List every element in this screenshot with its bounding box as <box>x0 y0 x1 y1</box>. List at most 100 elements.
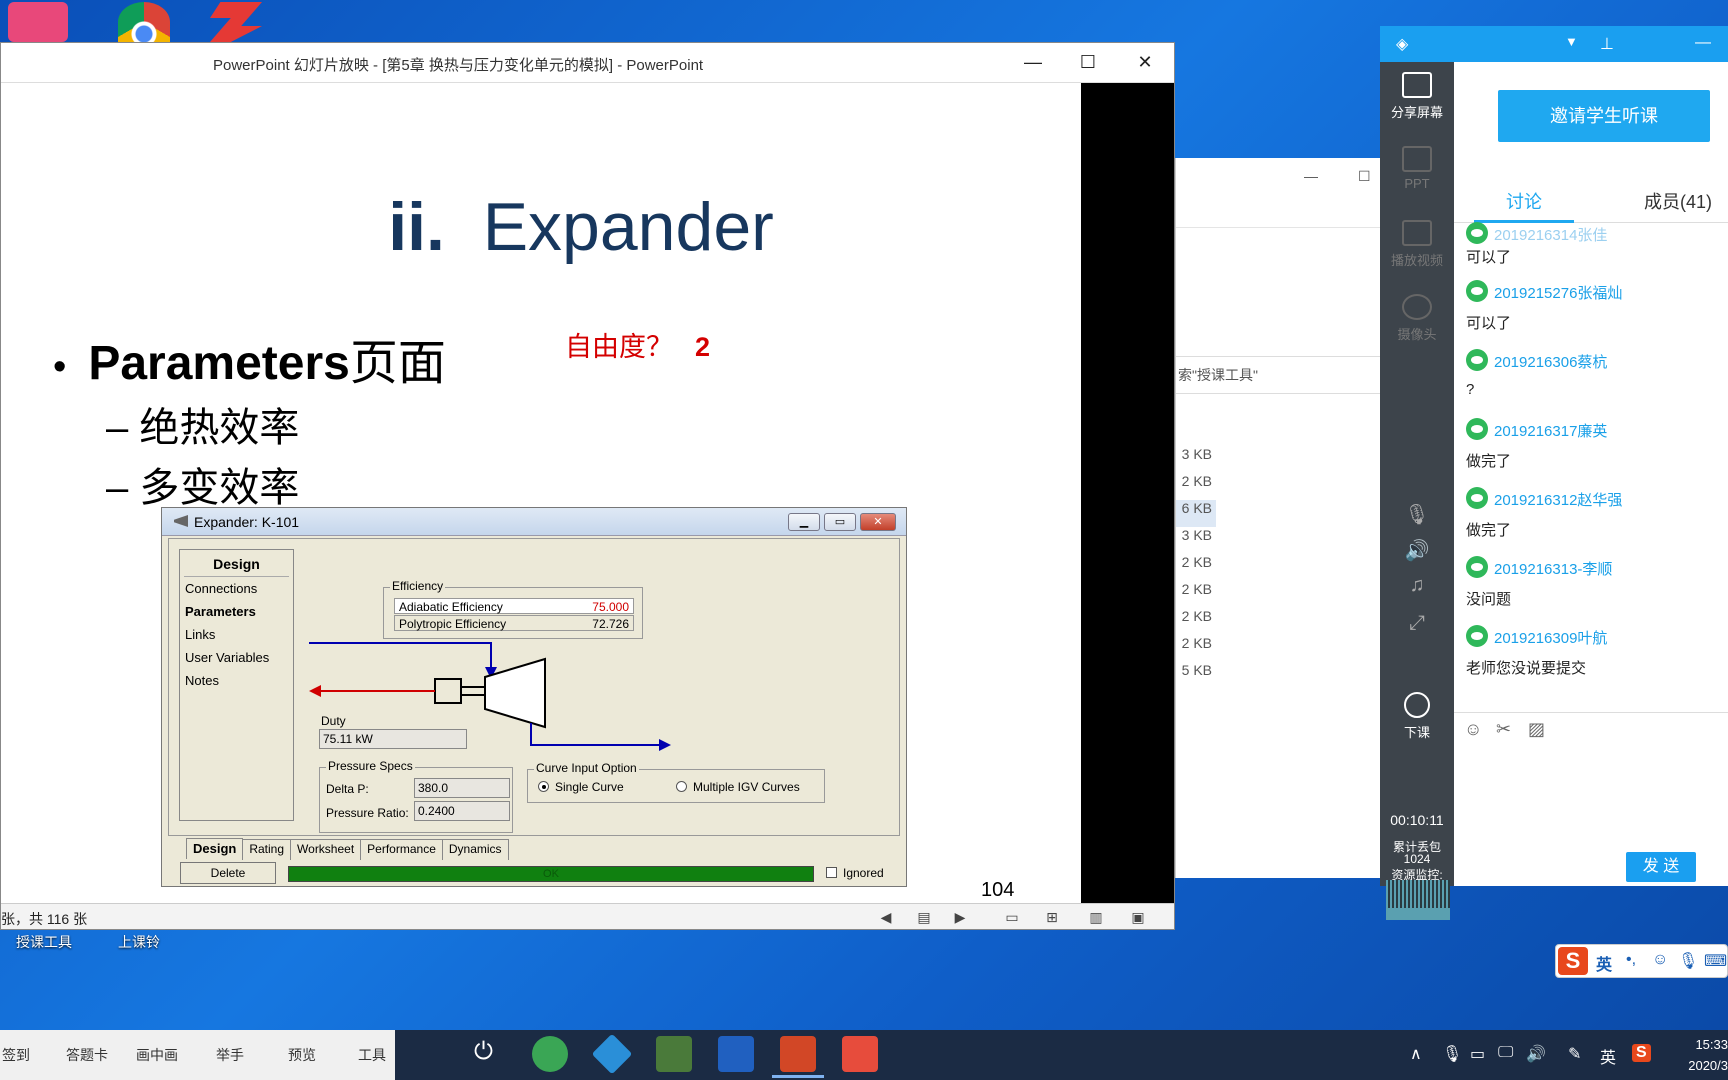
maximize-icon[interactable]: ☐ <box>1358 168 1371 185</box>
speaker-icon[interactable]: 🔊 <box>1380 538 1454 563</box>
power-icon[interactable]: ⏻ <box>474 1038 493 1066</box>
ime-language[interactable]: 英 <box>1596 951 1612 975</box>
maximize-icon[interactable]: ☐ <box>1068 47 1108 77</box>
file-size[interactable]: 2 KB <box>1176 473 1216 500</box>
play-video-button[interactable]: 播放视频 <box>1380 220 1454 269</box>
minimize-icon: ▁ <box>788 513 820 531</box>
tab-discussion[interactable]: 讨论 <box>1506 188 1542 214</box>
slide-menu-icon[interactable]: ▤ <box>915 908 933 926</box>
microphone-icon[interactable]: 🎙 <box>1678 951 1698 971</box>
class-timer: 00:10:11 <box>1390 812 1444 828</box>
answer-card-button[interactable]: 答题卡 <box>66 1045 108 1065</box>
slideshow-icon[interactable]: ▣ <box>1129 908 1147 926</box>
chrome-icon[interactable] <box>118 2 170 42</box>
reading-view-icon[interactable]: ▥ <box>1087 908 1105 926</box>
file-size[interactable]: 3 KB <box>1176 446 1216 473</box>
checkin-button[interactable]: 签到 <box>2 1045 30 1065</box>
tools-button[interactable]: 工具 <box>358 1045 386 1065</box>
normal-view-icon[interactable]: ▭ <box>1003 908 1021 926</box>
minimize-icon[interactable]: — <box>1304 168 1318 184</box>
product-stream-line <box>530 723 659 746</box>
chat-message: 2019215276张福灿 可以了 <box>1464 280 1728 349</box>
pressure-specs-group: Pressure Specs Delta P: 380.0 Pressure R… <box>319 759 513 833</box>
minimize-icon[interactable]: — <box>1695 34 1711 52</box>
tray-expand-icon[interactable]: ∧ <box>1410 1044 1422 1064</box>
delete-button: Delete <box>180 862 276 884</box>
next-slide-icon[interactable]: ▶ <box>951 908 969 926</box>
clock[interactable]: 15:33 2020/3 <box>1672 1034 1728 1076</box>
file-size[interactable]: 5 KB <box>1176 662 1216 689</box>
explorer-search-box[interactable]: 索"授课工具" <box>1176 356 1391 394</box>
restore-icon: ▭ <box>824 513 856 531</box>
keyboard-icon[interactable]: ⌨ <box>1704 951 1727 971</box>
design-nav: Design Connections Parameters Links User… <box>179 549 294 821</box>
file-size[interactable]: 2 KB <box>1176 581 1216 608</box>
microphone-icon[interactable]: 🎙 <box>1380 502 1454 527</box>
file-size[interactable]: 2 KB <box>1176 608 1216 635</box>
camera-button[interactable]: 摄像头 <box>1380 294 1454 343</box>
sogou-icon[interactable]: S <box>1632 1044 1651 1062</box>
close-icon: ✕ <box>860 513 896 531</box>
row-label: Polytropic Efficiency <box>399 617 507 631</box>
share-screen-button[interactable]: 分享屏幕 <box>1380 72 1454 121</box>
ime-language[interactable]: 英 <box>1600 1044 1616 1068</box>
classroom-app-icon[interactable] <box>591 1033 633 1075</box>
fullscreen-icon[interactable]: ⤢ <box>1380 612 1454 635</box>
save-icon[interactable] <box>718 1036 754 1072</box>
sub-bullet: – 绝热效率 <box>106 406 300 450</box>
window-titlebar: PowerPoint 幻灯片放映 - [第5章 换热与压力变化单元的模拟] - … <box>1 43 1174 83</box>
microphone-icon[interactable]: 🎙 <box>1442 1044 1462 1064</box>
file-size[interactable]: 2 KB <box>1176 635 1216 662</box>
slide-sorter-icon[interactable]: ⊞ <box>1043 908 1061 926</box>
ppt-button[interactable]: PPT <box>1380 146 1454 191</box>
network-icon[interactable]: 🖵 <box>1498 1044 1513 1062</box>
group-label: Pressure Specs <box>326 759 415 773</box>
preview-button[interactable]: 预览 <box>288 1045 316 1065</box>
sender-name: 2019216313-李顺 <box>1494 561 1613 578</box>
music-icon[interactable]: ♫ <box>1380 574 1454 597</box>
tab-dynamics: Dynamics <box>441 839 509 860</box>
wechat-icon <box>1466 280 1488 302</box>
dropdown-icon[interactable]: ▼ <box>1565 34 1578 49</box>
row-value: 72.726 <box>592 617 629 631</box>
browser-icon[interactable] <box>532 1036 568 1072</box>
pen-icon[interactable]: ✎ <box>1568 1044 1581 1064</box>
pin-icon[interactable]: ⊥ <box>1600 34 1614 54</box>
desktop-label[interactable]: 上课铃 <box>118 932 160 952</box>
app-icon[interactable] <box>842 1036 878 1072</box>
file-explorer-window: — ☐ 索"授课工具" 3 KB 2 KB 6 KB 3 KB 2 KB 2 K… <box>1175 158 1391 878</box>
invite-students-button[interactable]: 邀请学生听课 <box>1498 90 1710 142</box>
pressure-ratio-value: 0.2400 <box>414 801 510 821</box>
slide[interactable]: ii. Expander • Parameters页面 自由度？ 2 – 绝热效率 … <box>1 83 1081 905</box>
raise-hand-button[interactable]: 举手 <box>216 1045 244 1065</box>
hysys-icon[interactable] <box>656 1036 692 1072</box>
bullet-dot-icon: • <box>53 346 67 388</box>
wechat-icon <box>1466 349 1488 371</box>
end-class-button[interactable]: 下课 <box>1380 692 1454 741</box>
file-size[interactable]: 3 KB <box>1176 527 1216 554</box>
app-icon[interactable] <box>8 2 68 42</box>
file-size[interactable]: 2 KB <box>1176 554 1216 581</box>
powerpoint-icon[interactable] <box>772 1036 824 1078</box>
tab-members[interactable]: 成员(41) <box>1644 188 1712 214</box>
volume-icon[interactable]: 🔊 <box>1526 1044 1546 1064</box>
emoji-icon[interactable]: ☺ <box>1464 719 1482 740</box>
app-icon[interactable] <box>210 2 262 42</box>
sogou-icon[interactable]: S <box>1558 947 1588 975</box>
desktop-label[interactable]: 授课工具 <box>16 932 72 952</box>
picture-in-picture-button[interactable]: 画中画 <box>136 1045 178 1065</box>
scissors-icon[interactable]: ✂ <box>1496 719 1511 740</box>
minimize-icon[interactable]: — <box>1013 47 1053 77</box>
curve-input-group: Curve Input Option Single Curve Multiple… <box>527 761 825 803</box>
close-icon[interactable]: ✕ <box>1125 47 1165 77</box>
red-annotation: 自由度？ 2 <box>565 325 710 364</box>
previous-slide-icon[interactable]: ◀ <box>877 908 895 926</box>
image-icon[interactable]: ▨ <box>1528 719 1545 740</box>
tool-label: 分享屏幕 <box>1390 105 1443 120</box>
punctuation-icon[interactable]: •, <box>1626 951 1636 969</box>
file-size[interactable]: 6 KB <box>1176 500 1216 527</box>
send-button[interactable]: 发 送 <box>1626 852 1696 882</box>
emoji-icon[interactable]: ☺ <box>1652 951 1668 969</box>
battery-icon[interactable]: ▭ <box>1470 1044 1485 1064</box>
radio-label: Multiple IGV Curves <box>693 780 800 794</box>
